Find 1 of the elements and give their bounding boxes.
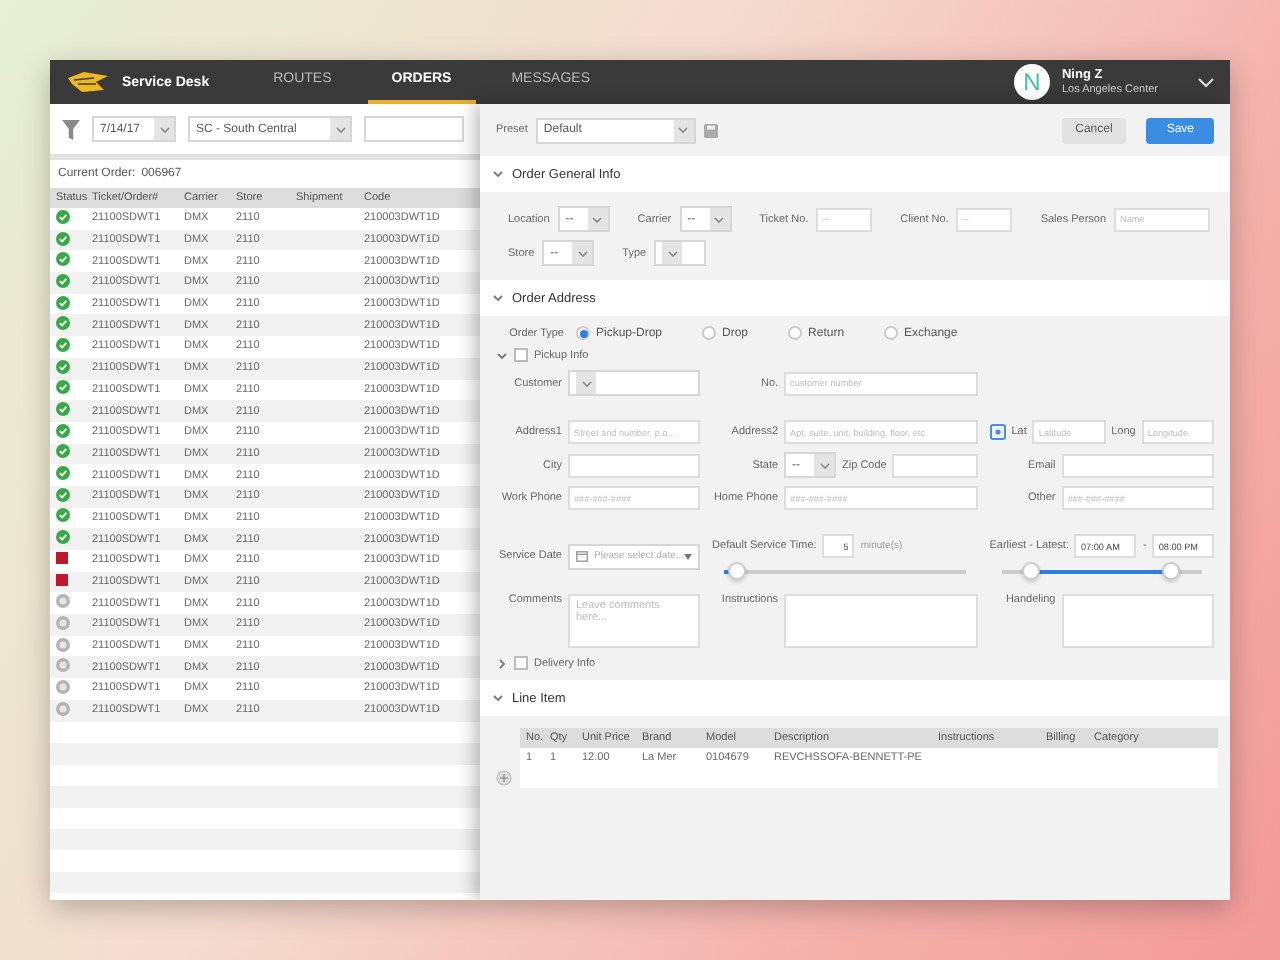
user-avatar: N bbox=[1013, 64, 1050, 100]
